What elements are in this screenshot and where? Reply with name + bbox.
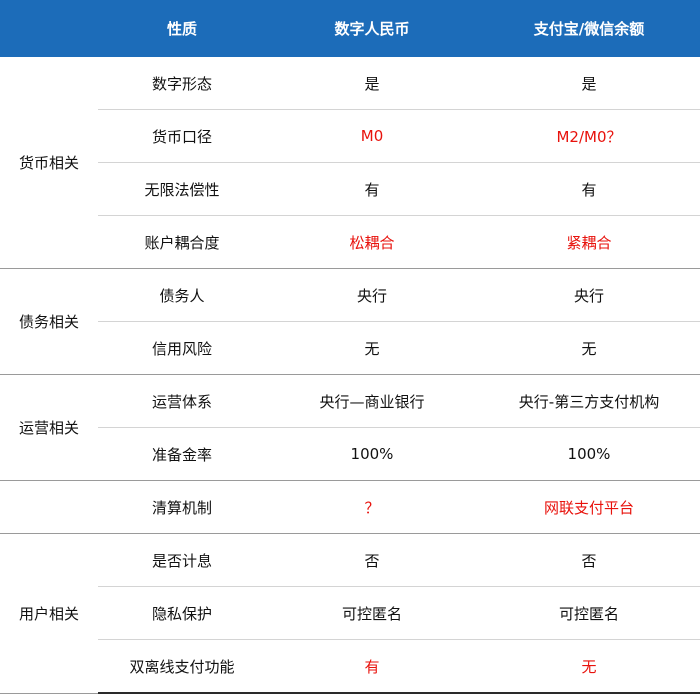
- group-label-empty: [0, 480, 98, 534]
- dcep-cell: 是: [266, 57, 478, 110]
- alipay-cell: 央行: [478, 268, 700, 322]
- group-label-currency: 货币相关: [0, 57, 98, 269]
- dcep-cell: 否: [266, 533, 478, 587]
- dcep-cell: 可控匿名: [266, 586, 478, 640]
- dcep-cell: M0: [266, 109, 478, 163]
- property-cell: 账户耦合度: [98, 215, 266, 269]
- table-row: 准备金率 100% 100%: [0, 427, 700, 481]
- alipay-cell: 央行-第三方支付机构: [478, 374, 700, 428]
- table-row: 债务相关 债务人 央行 央行: [0, 268, 700, 375]
- header-alipay-wechat: 支付宝/微信余额: [478, 0, 700, 57]
- group-label-debt: 债务相关: [0, 268, 98, 375]
- table-row: 账户耦合度 松耦合 紧耦合: [0, 215, 700, 269]
- property-cell: 清算机制: [98, 480, 266, 534]
- dcep-cell: 央行: [266, 268, 478, 322]
- dcep-cell: 央行—商业银行: [266, 374, 478, 428]
- property-cell: 无限法偿性: [98, 162, 266, 216]
- table-row: 双离线支付功能 有 无: [0, 639, 700, 694]
- header-blank-cell: [0, 0, 98, 57]
- dcep-cell: 有: [266, 639, 478, 694]
- table-row: 货币口径 M0 M2/M0？: [0, 109, 700, 163]
- property-cell: 数字形态: [98, 57, 266, 110]
- alipay-cell: 否: [478, 533, 700, 587]
- alipay-cell: M2/M0？: [478, 109, 700, 163]
- table-row: 隐私保护 可控匿名 可控匿名: [0, 586, 700, 640]
- alipay-cell: 无: [478, 639, 700, 694]
- dcep-cell: 无: [266, 321, 478, 375]
- table-row: 货币相关 数字形态 是 是: [0, 57, 700, 269]
- property-cell: 双离线支付功能: [98, 639, 266, 694]
- property-cell: 是否计息: [98, 533, 266, 587]
- alipay-cell: 网联支付平台: [478, 480, 700, 534]
- header-property: 性质: [98, 0, 266, 57]
- header-digital-rmb: 数字人民币: [266, 0, 478, 57]
- dcep-cell: 松耦合: [266, 215, 478, 269]
- property-cell: 信用风险: [98, 321, 266, 375]
- comparison-table: 性质 数字人民币 支付宝/微信余额 货币相关 数字形态 是 是 货币口径 M0 …: [0, 0, 700, 694]
- group-label-user: 用户相关: [0, 533, 98, 694]
- alipay-cell: 紧耦合: [478, 215, 700, 269]
- alipay-cell: 是: [478, 57, 700, 110]
- group-label-operations: 运营相关: [0, 374, 98, 481]
- header-row: 性质 数字人民币 支付宝/微信余额: [0, 0, 700, 57]
- dcep-cell: 100%: [266, 427, 478, 481]
- alipay-cell: 无: [478, 321, 700, 375]
- alipay-cell: 可控匿名: [478, 586, 700, 640]
- table-row: 信用风险 无 无: [0, 321, 700, 375]
- table-row: 无限法偿性 有 有: [0, 162, 700, 216]
- property-cell: 债务人: [98, 268, 266, 322]
- dcep-cell: 有: [266, 162, 478, 216]
- property-cell: 货币口径: [98, 109, 266, 163]
- alipay-cell: 有: [478, 162, 700, 216]
- property-cell: 准备金率: [98, 427, 266, 481]
- table-row: 用户相关 是否计息 否 否: [0, 533, 700, 694]
- dcep-cell: ？: [266, 480, 478, 534]
- table-row: 清算机制 ？ 网联支付平台: [0, 480, 700, 534]
- property-cell: 运营体系: [98, 374, 266, 428]
- alipay-cell: 100%: [478, 427, 700, 481]
- table-row: 运营相关 运营体系 央行—商业银行 央行-第三方支付机构: [0, 374, 700, 481]
- property-cell: 隐私保护: [98, 586, 266, 640]
